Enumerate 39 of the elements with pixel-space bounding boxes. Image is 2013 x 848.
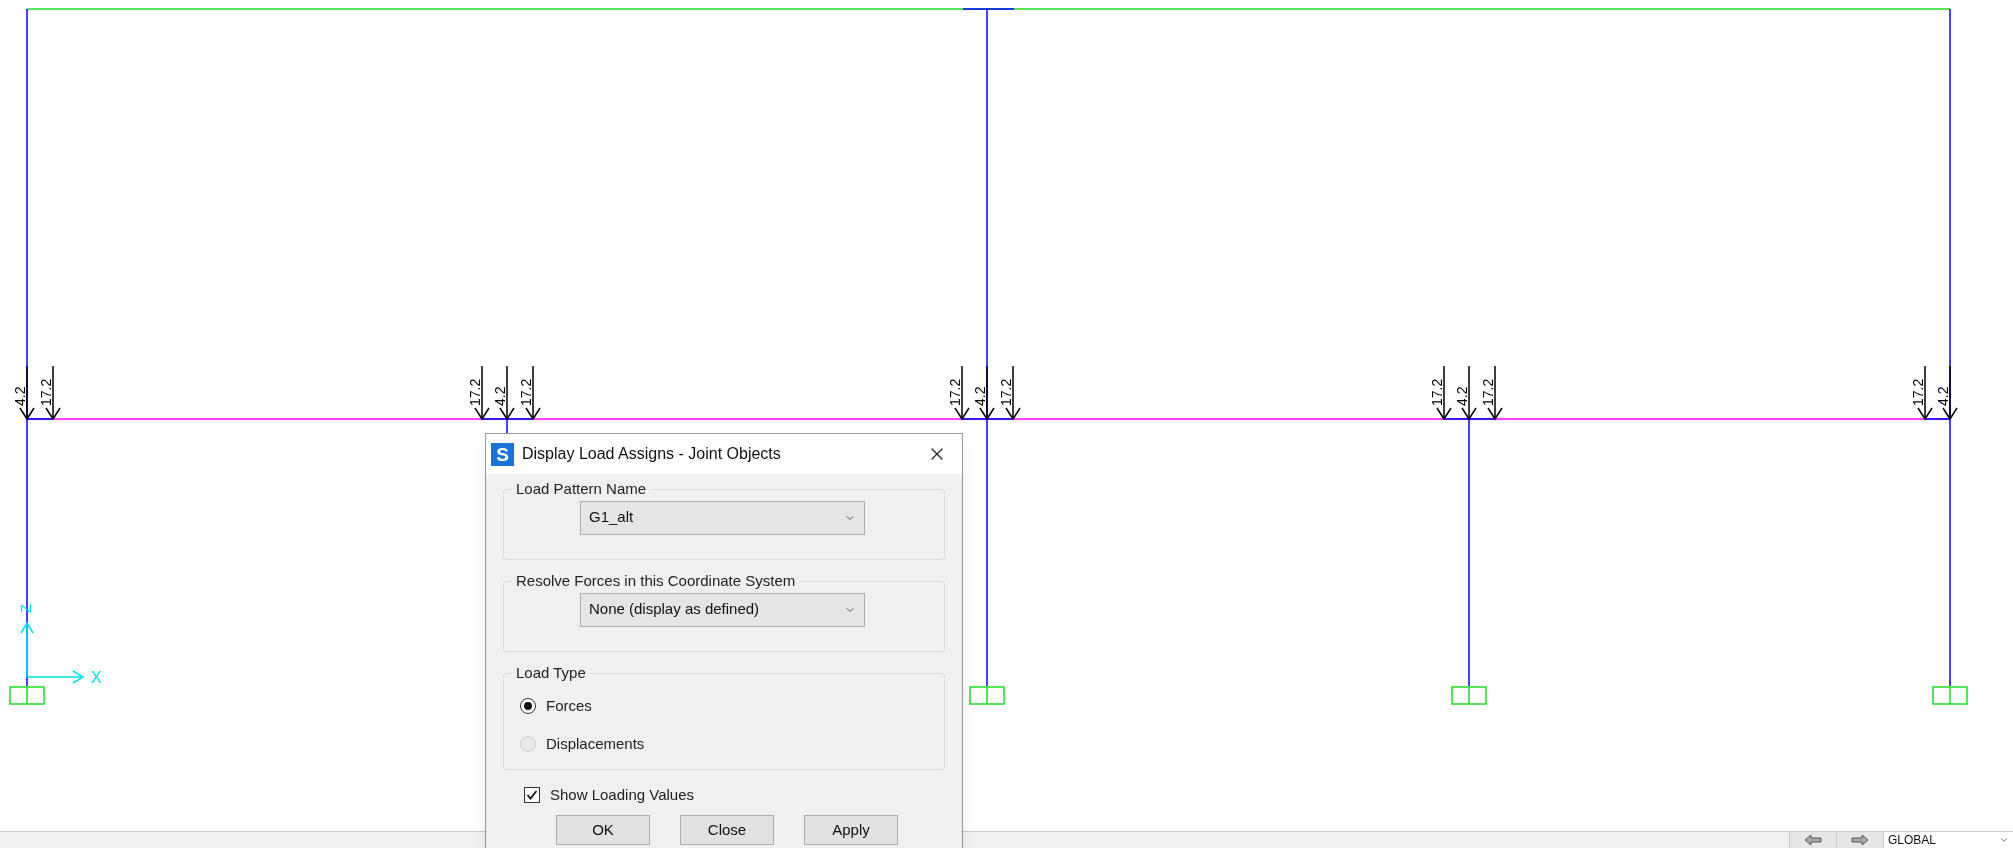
app-logo: S (491, 442, 514, 466)
radio-label: Forces (546, 695, 592, 716)
load-value: 17.2 (467, 378, 483, 406)
chevron-down-icon (1999, 835, 2009, 845)
dialog-button[interactable]: OK (556, 814, 650, 845)
axis-label: Z (17, 603, 34, 613)
window-title: Display Load Assigns - Joint Objects (522, 444, 782, 464)
group-label: Resolve Forces in this Coordinate System (515, 571, 797, 591)
load-value: 17.2 (1910, 378, 1926, 406)
x-axis-arrow (26, 670, 85, 684)
load-value: 4.2 (12, 386, 28, 406)
axis-label: X (91, 669, 102, 686)
load-value: 4.2 (492, 386, 508, 406)
dropdown[interactable]: G1_alt (580, 500, 865, 535)
support-icon (9, 686, 45, 705)
load-value: 17.2 (1480, 378, 1496, 406)
load-value: 4.2 (1454, 386, 1470, 406)
load-value: 17.2 (998, 378, 1014, 406)
load-value: 17.2 (1429, 378, 1445, 406)
z-axis-arrow (20, 621, 34, 678)
checkbox-label: Show Loading Values (550, 785, 694, 805)
dialog-button[interactable]: Apply (804, 814, 898, 845)
support-icon (969, 686, 1005, 705)
load-value: 4.2 (1935, 386, 1951, 406)
load-value: 17.2 (518, 378, 534, 406)
group-label: Load Pattern Name (515, 479, 648, 499)
radio-label: Displacements (546, 734, 645, 754)
load-value: 17.2 (947, 378, 963, 406)
checkmark-icon (526, 789, 538, 802)
coordinate-system-dropdown[interactable]: GLOBAL (1883, 832, 2013, 848)
load-value: 4.2 (972, 386, 988, 406)
dropdown[interactable]: None (display as defined) (580, 592, 865, 627)
dialog-button[interactable]: Close (680, 814, 774, 845)
load-value: 17.2 (38, 378, 54, 406)
radio-button[interactable] (520, 697, 536, 714)
support-icon (1932, 686, 1968, 705)
checkbox[interactable] (524, 787, 540, 804)
support-icon (1451, 686, 1487, 705)
group-label: Load Type (515, 663, 587, 683)
